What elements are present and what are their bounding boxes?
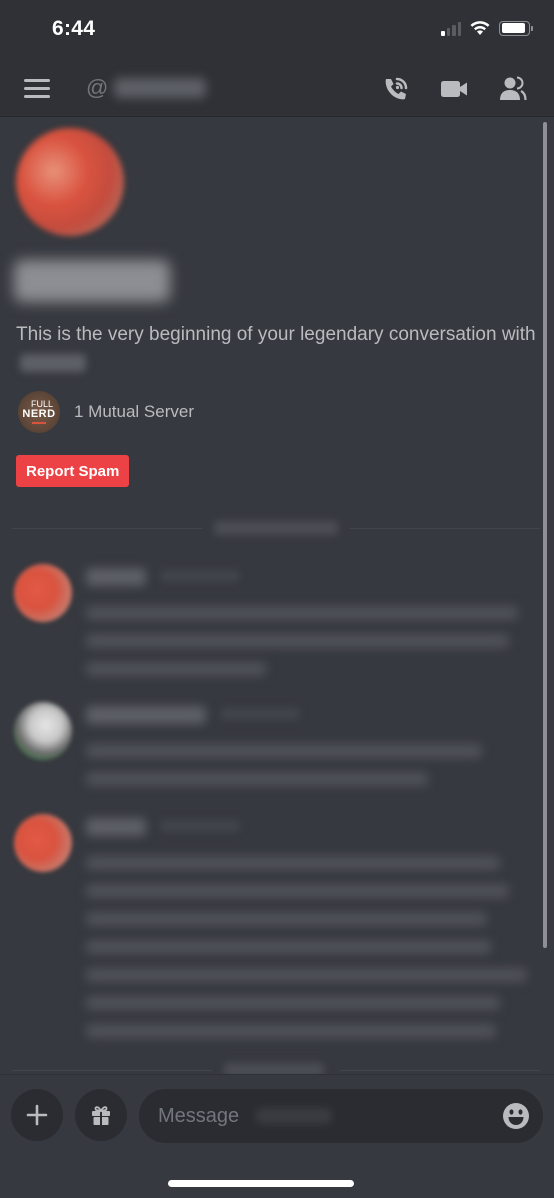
cellular-signal-icon [441,20,461,36]
date-divider-label-redacted [224,1063,324,1074]
message-body-redacted [86,812,536,1038]
message-body-redacted [86,562,536,676]
wifi-icon [470,21,490,35]
gift-button[interactable] [75,1089,127,1141]
status-time: 6:44 [52,17,96,40]
message-avatar[interactable] [14,702,72,760]
message-avatar[interactable] [14,564,72,622]
message-author-redacted[interactable] [86,706,206,724]
channel-header: @ [0,60,554,117]
message-body-redacted [86,700,536,786]
emoji-icon[interactable] [501,1101,531,1131]
battery-icon [499,20,533,36]
message-input[interactable] [158,1104,254,1128]
scrollbar[interactable] [543,122,547,948]
message-avatar[interactable] [14,814,72,872]
plus-icon [26,1104,48,1126]
message-timestamp-redacted [160,820,240,832]
message-timestamp-redacted [220,708,300,720]
message-author-redacted[interactable] [86,818,146,836]
server-icon: FULL NERD [18,391,60,433]
intro-text-label: This is the very beginning of your legen… [16,324,536,345]
home-indicator[interactable] [168,1180,354,1187]
voice-call-icon[interactable] [380,73,412,105]
profile-avatar[interactable] [16,128,124,236]
recipient-name-redacted [114,78,206,98]
mutual-servers-link[interactable]: FULL NERD 1 Mutual Server [18,391,194,433]
members-icon[interactable] [497,73,529,105]
date-divider-label-redacted [214,521,338,535]
date-divider [12,1060,540,1074]
profile-username-redacted [14,260,170,302]
at-icon: @ [86,75,109,100]
date-divider [12,518,540,538]
status-icons [441,20,533,36]
conversation-scroll-area[interactable]: This is the very beginning of your legen… [0,118,554,1074]
report-spam-button[interactable]: Report Spam [16,455,130,487]
video-call-icon[interactable] [438,73,470,105]
hamburger-menu-icon[interactable] [24,79,50,99]
message-placeholder-recipient-redacted [256,1108,332,1124]
conversation-intro-text: This is the very beginning of your legen… [16,321,536,377]
mutual-server-label: 1 Mutual Server [74,402,194,421]
intro-username-redacted [20,353,86,372]
message-timestamp-redacted [160,570,240,582]
add-attachment-button[interactable] [11,1089,63,1141]
message-input-container[interactable] [139,1089,543,1143]
gift-icon [92,1106,110,1125]
message-author-redacted[interactable] [86,568,146,586]
status-bar: 6:44 [0,0,554,60]
